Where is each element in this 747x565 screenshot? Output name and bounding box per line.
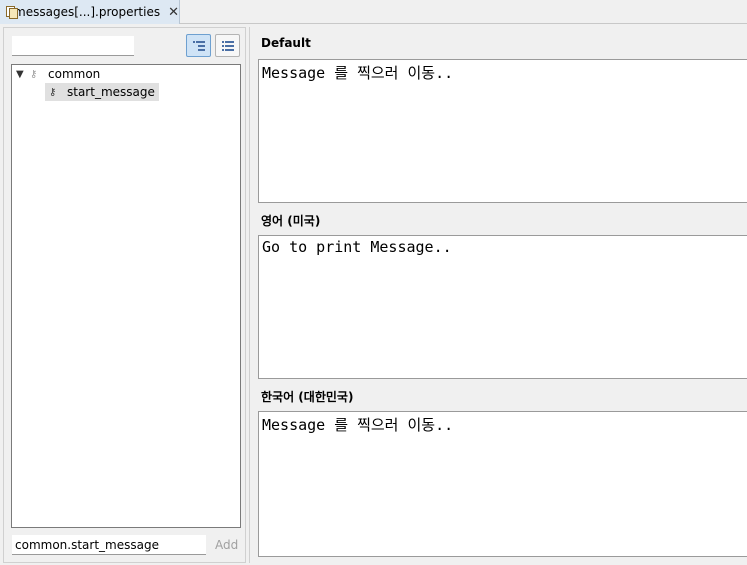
- tree-item-start-message[interactable]: ⚷ start_message: [45, 83, 159, 101]
- locale-values-panel: Default Message 를 찍으러 이동.. 영어 (미국) Go to…: [249, 27, 747, 563]
- close-icon[interactable]: ✕: [168, 5, 179, 20]
- locale-label-en-us: 영어 (미국): [261, 214, 321, 228]
- locale-label-default: Default: [261, 36, 311, 50]
- editor-tab-bar: messages[...].properties ✕: [0, 0, 747, 24]
- key-icon: ⚷: [49, 86, 57, 98]
- locale-value-default[interactable]: Message 를 찍으러 이동..: [258, 59, 747, 203]
- tree-group-label: common: [48, 67, 101, 81]
- tree-view-icon: [192, 40, 205, 51]
- add-button[interactable]: Add: [209, 535, 239, 555]
- editor-tab-title: messages[...].properties: [14, 5, 161, 19]
- flat-view-icon: [221, 40, 234, 51]
- locale-value-ko-kr[interactable]: Message 를 찍으러 이동..: [258, 411, 747, 557]
- key-filter-input[interactable]: [12, 36, 134, 56]
- new-key-input[interactable]: [12, 535, 206, 555]
- chevron-down-icon[interactable]: ▼: [16, 69, 30, 80]
- keys-panel: ▼ ⚷ common ⚷ start_message Add: [3, 27, 246, 563]
- tree-view-button[interactable]: [186, 34, 211, 57]
- key-icon: ⚷: [30, 68, 38, 80]
- keys-tree: ▼ ⚷ common ⚷ start_message: [11, 64, 241, 528]
- tree-group-common[interactable]: ▼ ⚷ common: [16, 65, 100, 83]
- editor-tab[interactable]: messages[...].properties ✕: [0, 0, 180, 24]
- properties-file-icon: [6, 5, 18, 19]
- tree-item-label: start_message: [67, 85, 155, 99]
- flat-view-button[interactable]: [215, 34, 240, 57]
- locale-label-ko-kr: 한국어 (대한민국): [261, 390, 354, 404]
- locale-value-en-us[interactable]: Go to print Message..: [258, 235, 747, 379]
